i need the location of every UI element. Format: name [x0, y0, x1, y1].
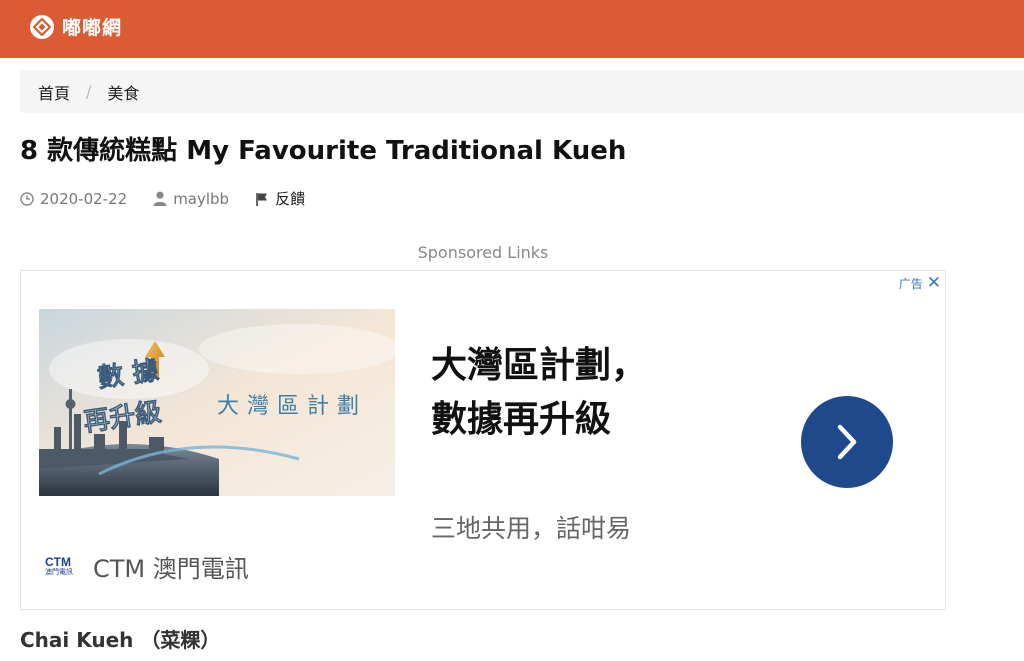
ad-subtext: 三地共用，話咁易 [431, 514, 632, 543]
author: maylbb [153, 190, 229, 208]
ad-image-text-right: 大灣區計劃 [217, 394, 367, 419]
ad-headline-line2: 數據再升級 [431, 399, 612, 440]
ad-choices[interactable]: 广告 ✕ [899, 273, 941, 293]
site-name: 嘟嘟網 [62, 17, 123, 39]
ctm-logo-subtext: 澳門電訊 [45, 568, 73, 576]
date-text: 2020-02-22 [40, 189, 128, 208]
ad-brand[interactable]: CTM 澳門電訊 CTM 澳門電訊 [45, 549, 249, 584]
ad-cta-button[interactable] [801, 396, 893, 488]
feedback-link[interactable]: 反饋 [255, 188, 305, 209]
ctm-logo-text: CTM [45, 555, 71, 569]
ad-choices-label: 广告 [898, 276, 923, 291]
clock-icon [20, 191, 34, 206]
author-name: maylbb [173, 189, 230, 208]
breadcrumb-separator: / [86, 82, 92, 101]
breadcrumb-category-link[interactable]: 美食 [107, 80, 139, 104]
section-heading: Chai Kueh （菜粿） [20, 628, 221, 652]
ad-headline[interactable]: 大灣區計劃， 數據再升級 [431, 339, 647, 447]
breadcrumb: 首頁 / 美食 [20, 70, 1024, 113]
ctm-logo: CTM 澳門電訊 [45, 556, 73, 577]
article-meta: 2020-02-22 maylbb 反饋 [20, 188, 331, 209]
ad-image[interactable]: 數 據 再升級 大灣區計劃 [39, 309, 395, 496]
ad-brand-name: CTM 澳門電訊 [93, 555, 249, 583]
user-icon [153, 191, 167, 206]
ad-headline-line1: 大灣區計劃， [431, 345, 648, 386]
site-logo[interactable]: 嘟嘟網 [30, 13, 122, 40]
close-icon[interactable]: ✕ [927, 273, 941, 293]
chevron-right-icon [837, 424, 857, 460]
diamond-logo-icon [30, 14, 54, 39]
page-title: 8 款傳統糕點 My Favourite Traditional Kueh [20, 136, 627, 166]
ad-banner[interactable]: 广告 ✕ 數 據 再升級 大灣區計劃 CTM 澳門電訊 CTM 澳門電訊 大灣區… [20, 270, 946, 610]
sponsored-label: Sponsored Links [417, 243, 549, 262]
site-header: 嘟嘟網 [0, 0, 1024, 58]
flag-icon [256, 192, 268, 206]
publish-date: 2020-02-22 [20, 190, 127, 208]
breadcrumb-home-link[interactable]: 首頁 [38, 80, 70, 104]
feedback-label: 反饋 [275, 190, 306, 208]
